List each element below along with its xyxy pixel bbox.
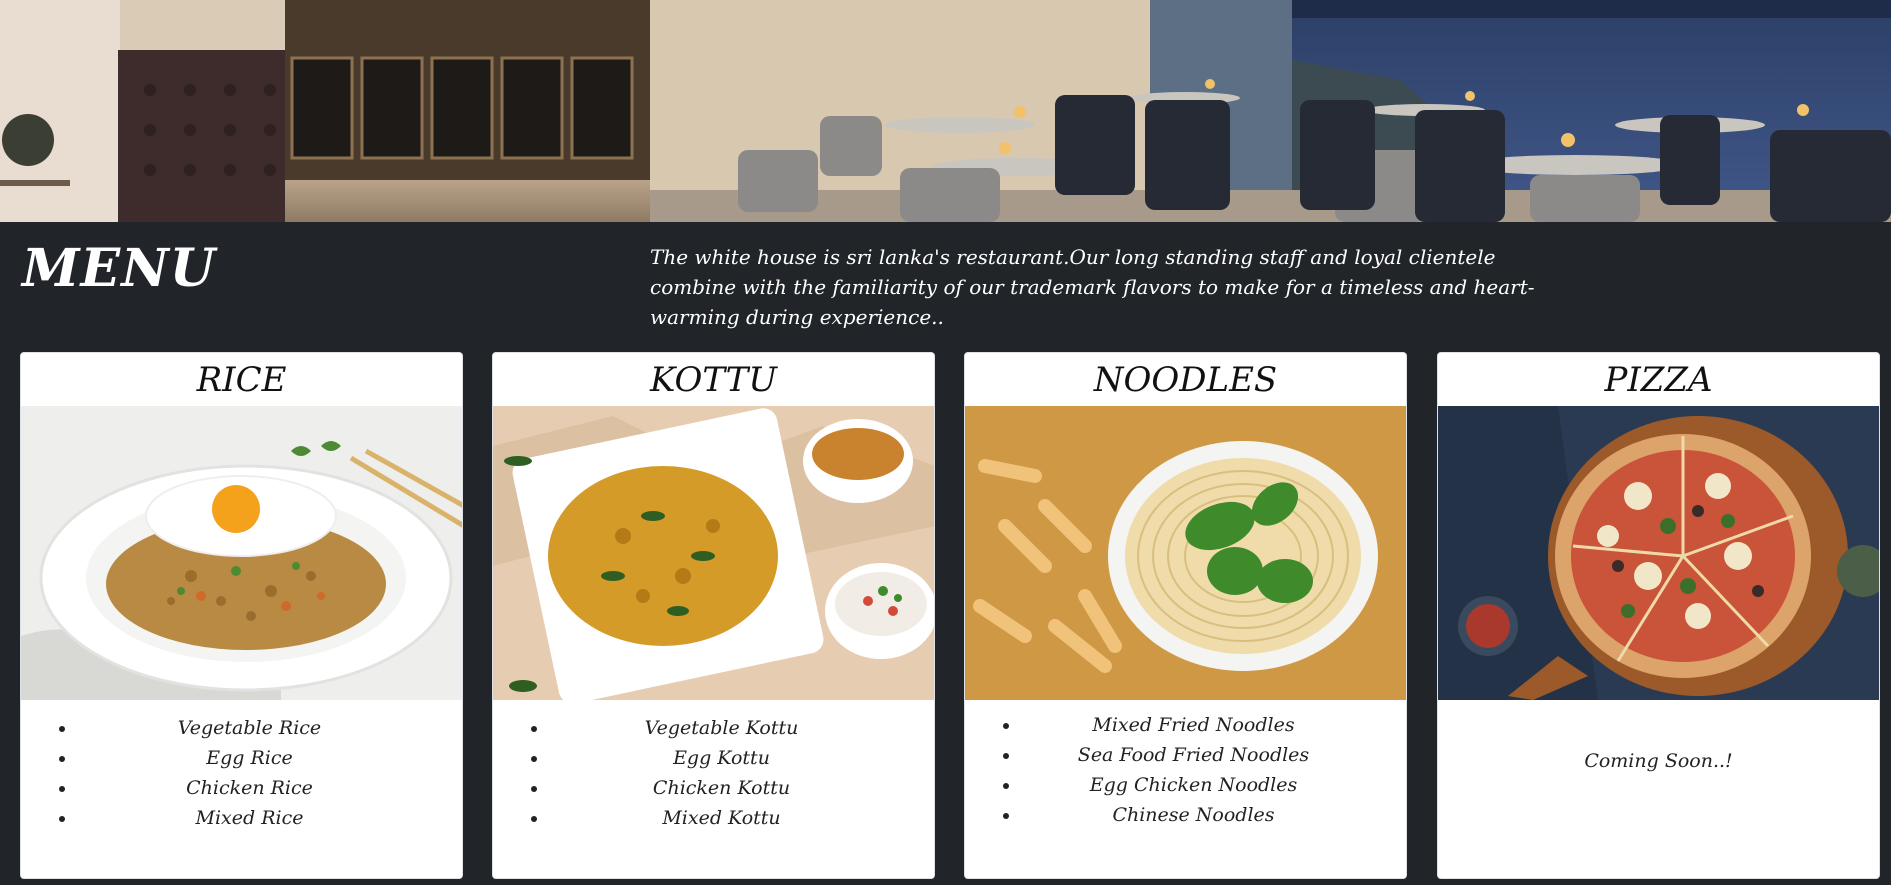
menu-card-kottu: KOTTU Vegetable Kottu Egg Kottu Chicken … — [492, 352, 935, 879]
card-title: RICE — [196, 360, 287, 400]
noodles-image — [965, 406, 1406, 700]
card-title: PIZZA — [1604, 360, 1713, 400]
coming-soon-text: Coming Soon..! — [1584, 750, 1733, 772]
pizza-image — [1438, 406, 1879, 700]
list-item: Vegetable Kottu — [549, 713, 934, 743]
restaurant-intro-text: The white house is sri lanka's restauran… — [650, 245, 1535, 329]
list-item: Egg Kottu — [549, 743, 934, 773]
rice-image — [21, 406, 462, 700]
menu-card-pizza: PIZZA Coming Soon..! — [1437, 352, 1880, 879]
list-item: Vegetable Rice — [77, 713, 462, 743]
menu-heading: MENU — [22, 238, 217, 299]
list-item: Chicken Rice — [77, 773, 462, 803]
list-item: Egg Chicken Noodles — [1021, 770, 1406, 800]
card-title: NOODLES — [1093, 360, 1278, 400]
noodles-items-list: Mixed Fried Noodles Sea Food Fried Noodl… — [965, 710, 1406, 830]
list-item: Mixed Rice — [77, 803, 462, 833]
list-item: Chinese Noodles — [1021, 800, 1406, 830]
kottu-image — [493, 406, 934, 700]
card-title: KOTTU — [649, 360, 777, 400]
list-item: Mixed Kottu — [549, 803, 934, 833]
menu-card-rice: RICE Vegetable Rice Egg Rice Chicken Ric… — [20, 352, 463, 879]
hero-banner-image — [0, 0, 1891, 222]
rice-items-list: Vegetable Rice Egg Rice Chicken Rice Mix… — [21, 713, 462, 833]
kottu-items-list: Vegetable Kottu Egg Kottu Chicken Kottu … — [493, 713, 934, 833]
menu-card-noodles: NOODLES Mixed Fried Noodle — [964, 352, 1407, 879]
list-item: Chicken Kottu — [549, 773, 934, 803]
list-item: Mixed Fried Noodles — [1021, 710, 1406, 740]
list-item: Sea Food Fried Noodles — [1021, 740, 1406, 770]
list-item: Egg Rice — [77, 743, 462, 773]
